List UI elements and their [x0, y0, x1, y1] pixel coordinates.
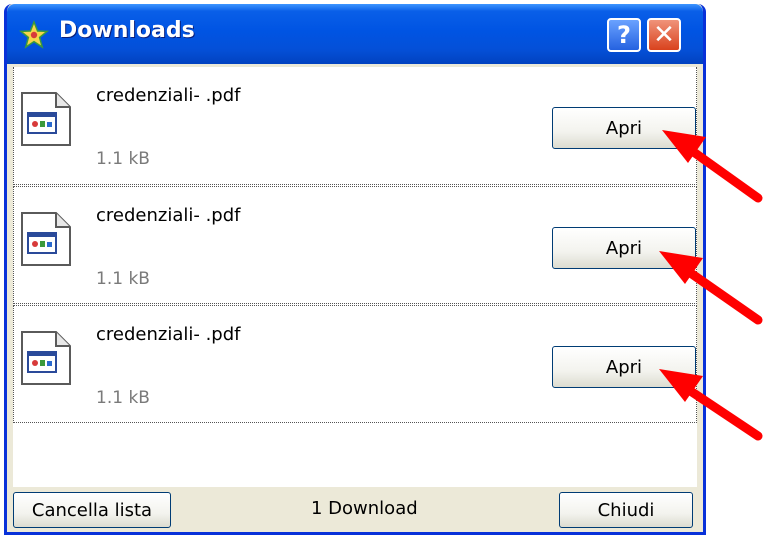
close-button[interactable]: Chiudi — [559, 492, 693, 528]
downloads-list[interactable]: credenziali- .pdf 1.1 kB Apri credenzial… — [13, 67, 697, 487]
list-item[interactable]: credenziali- .pdf 1.1 kB Apri — [13, 67, 697, 185]
file-size: 1.1 kB — [96, 388, 150, 408]
clear-list-button[interactable]: Cancella lista — [13, 492, 171, 528]
downloads-window: Downloads ? ✕ credenziali- .pdf 1.1 kB A… — [4, 4, 706, 535]
close-window-button[interactable]: ✕ — [647, 18, 681, 52]
file-size: 1.1 kB — [96, 149, 150, 169]
title-bar[interactable]: Downloads ? ✕ — [7, 4, 703, 64]
open-button[interactable]: Apri — [552, 346, 696, 388]
document-icon — [21, 92, 71, 146]
file-name: credenziali- .pdf — [96, 324, 241, 345]
close-icon: ✕ — [653, 20, 675, 50]
file-size: 1.1 kB — [96, 269, 150, 289]
help-icon: ? — [617, 21, 631, 49]
list-item[interactable]: credenziali- .pdf 1.1 kB Apri — [13, 305, 697, 423]
file-name: credenziali- .pdf — [96, 85, 241, 106]
open-button[interactable]: Apri — [552, 227, 696, 269]
window-title: Downloads — [59, 18, 195, 43]
footer-bar: Cancella lista 1 Download Chiudi — [13, 488, 697, 532]
download-count: 1 Download — [311, 498, 418, 519]
document-icon — [21, 212, 71, 266]
open-button[interactable]: Apri — [552, 107, 696, 149]
list-item[interactable]: credenziali- .pdf 1.1 kB Apri — [13, 186, 697, 304]
document-icon — [21, 331, 71, 385]
file-name: credenziali- .pdf — [96, 205, 241, 226]
help-button[interactable]: ? — [607, 18, 641, 52]
star-icon — [19, 20, 49, 49]
